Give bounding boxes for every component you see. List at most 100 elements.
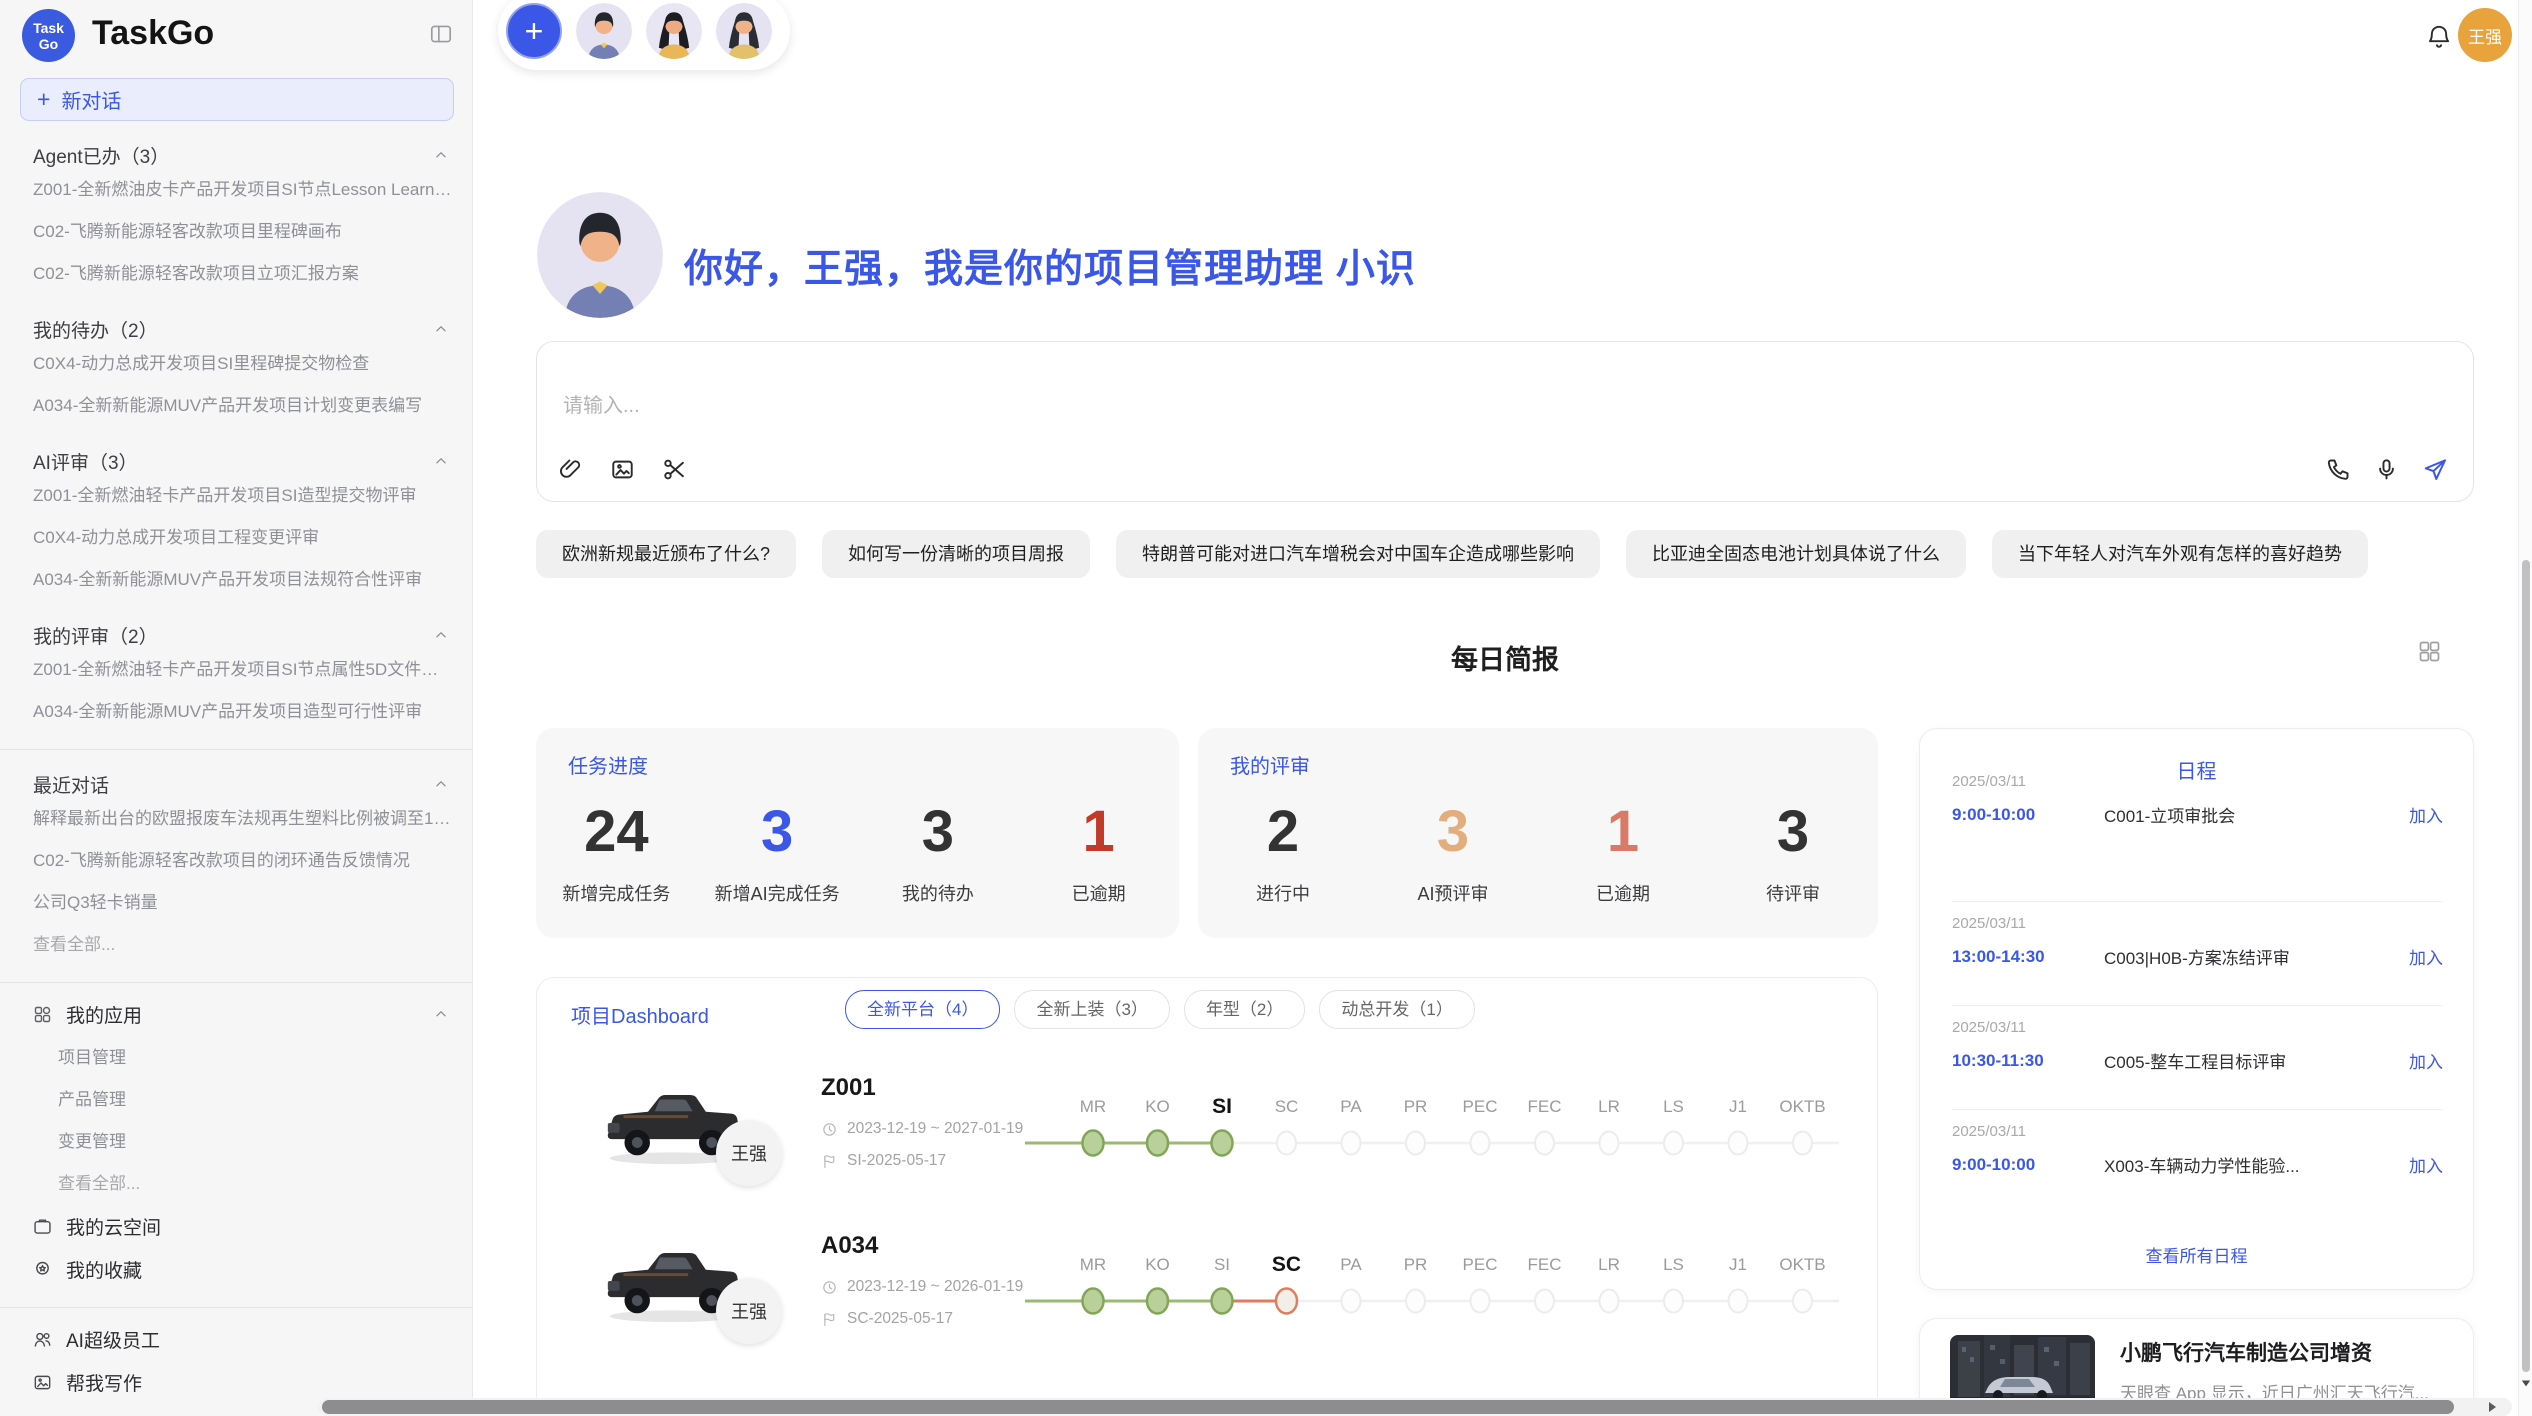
stat-label: 已逾期	[1538, 880, 1708, 906]
sidebar-item[interactable]: A034-全新新能源MUV产品开发项目计划变更表编写	[0, 385, 472, 427]
assistant-avatar	[537, 192, 663, 318]
sidebar: Task Go TaskGo + 新对话 Agent已办（3）Z001-全新燃油…	[0, 0, 473, 1416]
scroll-right-arrow-icon[interactable]	[2486, 1401, 2498, 1413]
schedule-event-name: C003|H0B-方案冻结评审	[2104, 944, 2409, 969]
schedule-time: 9:00-10:00	[1952, 805, 2104, 825]
svg-text:FEC: FEC	[1528, 1097, 1562, 1116]
scroll-down-arrow-icon[interactable]	[2521, 1378, 2531, 1388]
horizontal-scrollbar-thumb[interactable]	[322, 1400, 2454, 1414]
join-meeting-link[interactable]: 加入	[2409, 1152, 2443, 1177]
dashboard-filter-tab[interactable]: 年型（2）	[1184, 990, 1305, 1029]
new-chat-button[interactable]: + 新对话	[20, 78, 454, 121]
chevron-up-icon	[432, 626, 450, 644]
vertical-scrollbar-thumb[interactable]	[2522, 560, 2530, 1372]
sidebar-item-label: 创意制图	[66, 1412, 142, 1416]
sidebar-item[interactable]: C0X4-动力总成开发项目工程变更评审	[0, 517, 472, 559]
sidebar-tool-item[interactable]: AI超级员工	[0, 1318, 472, 1361]
join-meeting-link[interactable]: 加入	[2409, 802, 2443, 827]
sidebar-item[interactable]: C0X4-动力总成开发项目SI里程碑提交物检查	[0, 343, 472, 385]
project-date-range: 2023-12-19 ~ 2026-01-19	[847, 1278, 1023, 1296]
recent-item[interactable]: 公司Q3轻卡销量	[0, 882, 472, 924]
agent-avatar[interactable]	[576, 3, 632, 59]
join-meeting-link[interactable]: 加入	[2409, 1048, 2443, 1073]
sidebar-item-my-apps[interactable]: 我的应用	[0, 991, 472, 1037]
stat-label: 待评审	[1708, 880, 1878, 906]
sidebar-item[interactable]: A034-全新新能源MUV产品开发项目造型可行性评审	[0, 691, 472, 733]
scissors-icon[interactable]	[661, 456, 688, 483]
svg-text:SI: SI	[1214, 1255, 1230, 1274]
schedule-entry: 2025/03/119:00-10:00X003-车辆动力学性能验...加入	[1952, 1123, 2443, 1177]
send-icon[interactable]	[2421, 456, 2449, 484]
attachment-icon[interactable]	[557, 456, 584, 483]
project-row[interactable]: 王强Z0012023-12-19 ~ 2027-01-19SI-2025-05-…	[537, 1072, 1877, 1224]
dashboard-filter-tab[interactable]: 动总开发（1）	[1319, 990, 1474, 1029]
grid-layout-icon[interactable]	[2416, 638, 2443, 665]
sidebar-item[interactable]: C02-飞腾新能源轻客改款项目里程碑画布	[0, 211, 472, 253]
greeting-text: 你好，王强，我是你的项目管理助理 小识	[684, 238, 1416, 294]
stat-column: 3待评审	[1708, 786, 1878, 906]
svg-text:KO: KO	[1145, 1097, 1170, 1116]
sidebar-group-header[interactable]: 我的评审（2）	[0, 621, 472, 649]
phone-icon[interactable]	[2325, 456, 2352, 483]
sidebar-item[interactable]: Z001-全新燃油皮卡产品开发项目SI节点Lesson Learn报告	[0, 169, 472, 211]
schedule-time: 13:00-14:30	[1952, 947, 2104, 967]
chevron-up-icon	[432, 146, 450, 164]
suggestion-chip[interactable]: 比亚迪全固态电池计划具体说了什么	[1626, 530, 1966, 578]
recent-item[interactable]: C02-飞腾新能源轻客改款项目的闭环通告反馈情况	[0, 840, 472, 882]
suggestion-chip[interactable]: 如何写一份清晰的项目周报	[822, 530, 1090, 578]
svg-text:LS: LS	[1663, 1097, 1684, 1116]
agent-avatar[interactable]	[646, 3, 702, 59]
svg-text:LR: LR	[1598, 1255, 1620, 1274]
join-meeting-link[interactable]: 加入	[2409, 944, 2443, 969]
sidebar-collapse-button[interactable]	[428, 21, 454, 47]
chat-input[interactable]	[561, 394, 1765, 419]
stat-label: 我的待办	[858, 880, 1019, 906]
sidebar-group-header[interactable]: 我的待办（2）	[0, 315, 472, 343]
stat-column: 1已逾期	[1018, 786, 1179, 906]
app-link[interactable]: 产品管理	[0, 1079, 472, 1121]
sidebar-item[interactable]: Z001-全新燃油轻卡产品开发项目SI造型提交物评审	[0, 475, 472, 517]
view-all-schedule-link[interactable]: 查看所有日程	[1920, 1242, 2473, 1267]
suggestion-chip[interactable]: 特朗普可能对进口汽车增税会对中国车企造成哪些影响	[1116, 530, 1600, 578]
suggestion-chip[interactable]: 欧洲新规最近颁布了什么?	[536, 530, 796, 578]
my-review-card: 我的评审 2进行中3AI预评审1已逾期3待评审	[1198, 728, 1878, 938]
app-link[interactable]: 项目管理	[0, 1037, 472, 1079]
clock-icon	[821, 1121, 838, 1138]
microphone-icon[interactable]	[2373, 456, 2400, 483]
dashboard-filter-tab[interactable]: 全新上装（3）	[1014, 990, 1169, 1029]
stat-label: AI预评审	[1368, 880, 1538, 906]
stat-column: 3AI预评审	[1368, 786, 1538, 906]
notification-bell-icon[interactable]	[2424, 22, 2454, 52]
dashboard-filter-tab[interactable]: 全新平台（4）	[845, 990, 1000, 1029]
group-title: Agent已办（3）	[33, 142, 169, 169]
flag-icon	[821, 1311, 838, 1328]
project-row[interactable]: 王强A0342023-12-19 ~ 2026-01-19SC-2025-05-…	[537, 1230, 1877, 1382]
svg-text:OKTB: OKTB	[1779, 1255, 1825, 1274]
schedule-event-name: C001-立项审批会	[2104, 802, 2409, 827]
stat-label: 新增完成任务	[536, 880, 697, 906]
milestone-track: MRKOSISCPAPRPECFECLRLSJ1OKTB	[1021, 1084, 1851, 1179]
chat-composer	[536, 341, 2474, 502]
suggestion-chip[interactable]: 当下年轻人对汽车外观有怎样的喜好趋势	[1992, 530, 2368, 578]
sidebar-header: Task Go TaskGo	[0, 0, 472, 78]
project-dashboard-card: 项目Dashboard 全新平台（4）全新上装（3）年型（2）动总开发（1） 王…	[536, 977, 1878, 1416]
new-chat-label: 新对话	[61, 85, 121, 114]
sidebar-item[interactable]: A034-全新新能源MUV产品开发项目法规符合性评审	[0, 559, 472, 601]
sidebar-item-box[interactable]: 我的云空间	[0, 1205, 472, 1248]
sidebar-item[interactable]: C02-飞腾新能源轻客改款项目立项汇报方案	[0, 253, 472, 295]
sidebar-item[interactable]: Z001-全新燃油轻卡产品开发项目SI节点属性5D文件评审	[0, 649, 472, 691]
recent-view-all-link[interactable]: 查看全部...	[0, 924, 472, 966]
add-agent-button[interactable]: +	[506, 3, 562, 59]
recent-header[interactable]: 最近对话	[0, 770, 472, 798]
user-avatar[interactable]: 王强	[2458, 8, 2512, 62]
project-code: Z001	[821, 1074, 876, 1102]
sidebar-group-header[interactable]: Agent已办（3）	[0, 141, 472, 169]
agent-avatar[interactable]	[716, 3, 772, 59]
recent-item[interactable]: 解释最新出台的欧盟报废车法规再生塑料比例被调至15%...	[0, 798, 472, 840]
apps-view-all-link[interactable]: 查看全部...	[0, 1163, 472, 1205]
project-next-milestone: SC-2025-05-17	[847, 1310, 953, 1328]
sidebar-group-header[interactable]: AI评审（3）	[0, 447, 472, 475]
image-upload-icon[interactable]	[609, 456, 636, 483]
sidebar-item-badge[interactable]: 我的收藏	[0, 1248, 472, 1291]
app-link[interactable]: 变更管理	[0, 1121, 472, 1163]
